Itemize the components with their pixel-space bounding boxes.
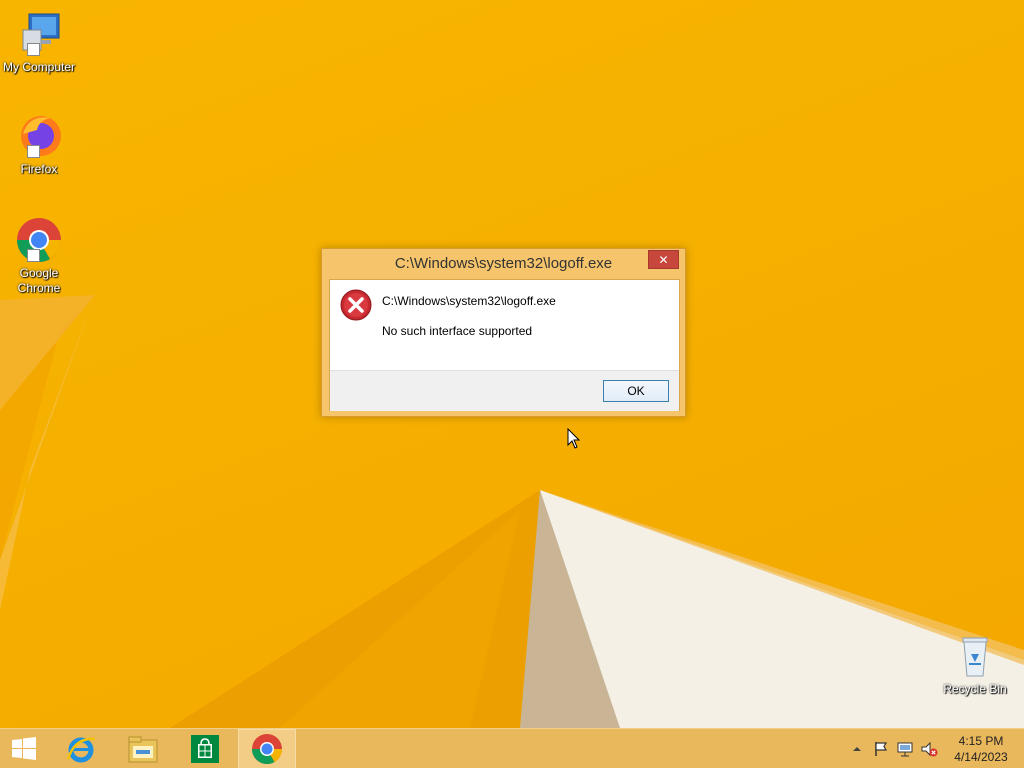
dialog-title: C:\Windows\system32\logoff.exe	[394, 255, 613, 272]
message-text: No such interface supported	[382, 324, 533, 338]
message-title: C:\Windows\system32\logoff.exe	[382, 294, 556, 308]
clock-date: 4/14/2023	[954, 750, 1008, 764]
desktop-icon-label: My Computer	[2, 60, 76, 74]
desktop-icon-recycle-bin[interactable]: Recycle Bin	[936, 632, 1014, 697]
desktop-icon-label: Firefox	[20, 162, 58, 176]
desktop-icon-my-computer[interactable]: My Computer	[0, 10, 78, 75]
desktop-icon-label: Recycle Bin	[943, 682, 1007, 696]
system-tray	[848, 729, 938, 768]
start-button[interactable]	[0, 729, 48, 768]
taskbar-internet-explorer[interactable]	[52, 729, 110, 768]
firefox-icon	[15, 112, 63, 160]
chrome-icon	[252, 734, 282, 765]
internet-explorer-icon	[66, 737, 96, 763]
recycle-bin-icon	[951, 632, 999, 680]
clock-time: 4:15 PM	[958, 734, 1004, 748]
ok-button[interactable]: OK	[603, 380, 669, 402]
start-icon	[12, 737, 36, 760]
store-icon	[191, 735, 219, 763]
desktop-icon-firefox[interactable]: Firefox	[0, 112, 78, 177]
dialog-footer: OK	[330, 370, 679, 411]
mouse-cursor-icon	[567, 428, 581, 449]
desktop-icon-google-chrome[interactable]: Google Chrome	[0, 216, 78, 296]
network-icon[interactable]	[896, 740, 914, 758]
clock[interactable]: 4:15 PM 4/14/2023	[948, 733, 1014, 765]
file-explorer-icon	[128, 736, 158, 763]
desktop-icon-label: Google Chrome	[17, 266, 61, 295]
desktop: My Computer Firefox Google Chrome Recycl…	[0, 0, 1024, 728]
chrome-icon	[15, 216, 63, 264]
volume-muted-icon[interactable]	[920, 740, 938, 758]
taskbar-file-explorer[interactable]	[114, 729, 172, 768]
error-dialog: C:\Windows\system32\logoff.exe ✕ C:\Wind…	[321, 248, 686, 417]
taskbar-store[interactable]	[176, 729, 234, 768]
close-button[interactable]: ✕	[648, 250, 679, 269]
dialog-content: C:\Windows\system32\logoff.exe No such i…	[330, 280, 679, 370]
computer-icon	[15, 10, 63, 58]
error-icon	[340, 289, 372, 321]
show-hidden-icons-icon[interactable]	[848, 740, 866, 758]
action-center-flag-icon[interactable]	[872, 740, 890, 758]
taskbar: 4:15 PM 4/14/2023	[0, 728, 1024, 768]
dialog-body: C:\Windows\system32\logoff.exe No such i…	[329, 279, 680, 411]
taskbar-google-chrome[interactable]	[238, 729, 296, 768]
